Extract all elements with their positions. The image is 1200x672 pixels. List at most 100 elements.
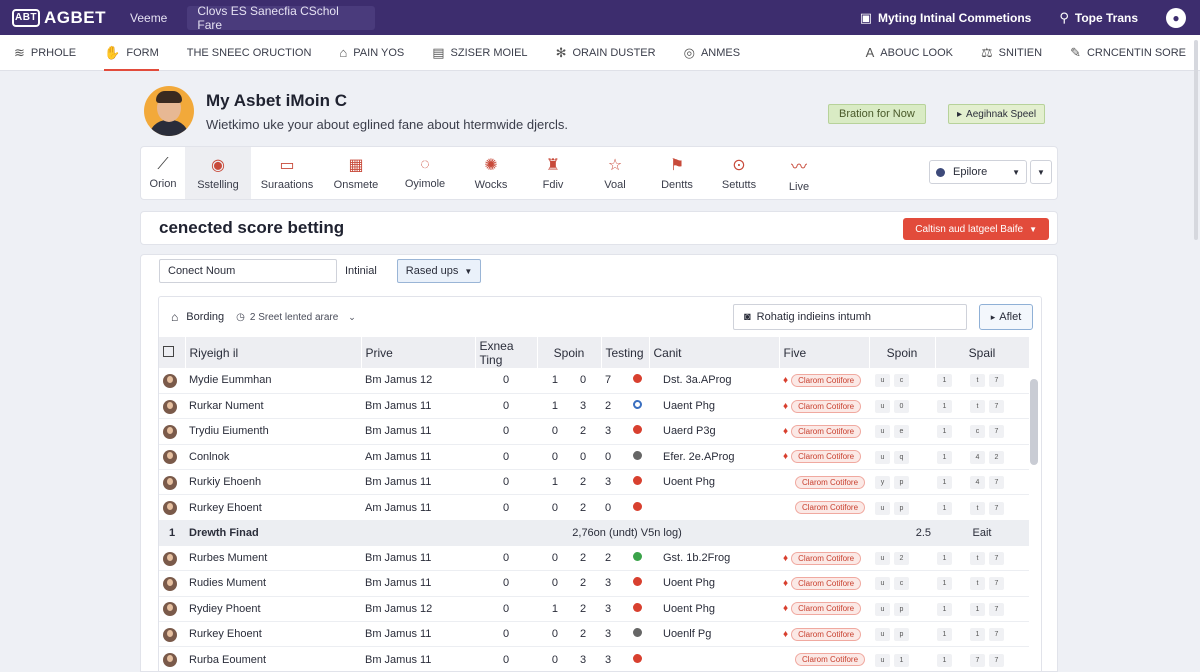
tab-wocks[interactable]: ✺ Wocks xyxy=(461,147,521,199)
mini-button[interactable]: t xyxy=(970,552,985,566)
tab-voal[interactable]: ☆ Voal xyxy=(585,147,645,199)
user-menu[interactable]: ⚲ Tope Trans xyxy=(1059,10,1138,26)
checkbox-icon[interactable] xyxy=(163,345,174,357)
mini-button[interactable]: 1 xyxy=(937,476,952,490)
odds-pill[interactable]: Clarom Cotifore xyxy=(791,576,862,590)
mini-button[interactable]: 7 xyxy=(989,628,1004,642)
mini-button[interactable]: u xyxy=(875,501,890,515)
mini-button[interactable]: t xyxy=(970,374,985,388)
col-header[interactable]: Spail xyxy=(935,337,1030,368)
col-header[interactable]: Five xyxy=(779,337,870,368)
odds-pill[interactable]: Clarom Cotifore xyxy=(791,627,862,641)
section-action-button[interactable]: Caltisn aud latgeel Baife ▼ xyxy=(903,218,1049,240)
mini-button[interactable]: q xyxy=(894,450,909,464)
mini-button[interactable]: 1 xyxy=(937,552,952,566)
player-name[interactable]: Trydiu Eiumenth xyxy=(185,418,361,445)
mini-button[interactable]: 1 xyxy=(970,628,985,642)
player-name[interactable]: Rudies Mument xyxy=(185,570,361,597)
mini-button[interactable]: 7 xyxy=(989,577,1004,591)
tab-fdiv[interactable]: ♜ Fdiv xyxy=(521,147,585,199)
nav-item-crncentin[interactable]: ✎ CRNCENTIN SORE xyxy=(1056,35,1200,71)
player-name[interactable]: Rydiey Phoent xyxy=(185,596,361,623)
mini-button[interactable]: 7 xyxy=(989,602,1004,616)
nav-item-anmes[interactable]: ◎ ANMES xyxy=(670,35,754,71)
mini-button[interactable]: u xyxy=(875,552,890,566)
mini-button[interactable]: 1 xyxy=(937,400,952,414)
mini-button[interactable]: 7 xyxy=(989,653,1004,667)
event-name[interactable] xyxy=(649,494,779,521)
mini-button[interactable]: e xyxy=(894,425,909,439)
tab-onsmete[interactable]: ▦ Onsmete xyxy=(323,147,389,199)
player-name[interactable]: Rurkey Ehoent xyxy=(185,621,361,648)
table-row[interactable]: Rurkey Ehoent Bm Jamus 11 0 0 2 3 Uoenlf Pg ♦ Cl… xyxy=(159,621,1029,648)
tab-live[interactable]: 〰 Live xyxy=(769,147,829,199)
table-search[interactable]: ◙ Rohatig indieins intumh xyxy=(733,304,967,330)
table-row[interactable]: Rudies Mument Bm Jamus 11 0 0 2 3 Uoent Phg ♦ Cl… xyxy=(159,570,1029,597)
aflet-button[interactable]: ▸ Aflet xyxy=(979,304,1033,330)
player-name[interactable]: Rurbes Mument xyxy=(185,545,361,572)
odds-pill[interactable]: Clarom Cotifore xyxy=(791,551,862,565)
mini-button[interactable]: t xyxy=(970,400,985,414)
mini-button[interactable]: p xyxy=(894,501,909,515)
event-name[interactable]: Efer. 2e.AProg xyxy=(649,444,779,471)
explore-caret-button[interactable]: ▼ xyxy=(1030,160,1052,184)
table-row[interactable]: Rydiey Phoent Bm Jamus 12 0 1 2 3 Uoent Phg ♦ Cl… xyxy=(159,596,1029,623)
mini-button[interactable]: 0 xyxy=(894,400,909,414)
table-row[interactable]: Rurbes Mument Bm Jamus 11 0 0 2 2 Gst. 1b.2Fro… xyxy=(159,545,1029,572)
tab-oyimole[interactable]: ◌ Oyimole xyxy=(389,147,461,199)
tab-dentts[interactable]: ⚑ Dentts xyxy=(645,147,709,199)
table-row[interactable]: Rurkey Ehoent Am Jamus 11 0 0 2 0 Clarom Cotif… xyxy=(159,494,1029,521)
table-row[interactable]: Rurkar Nument Bm Jamus 11 0 1 3 2 Uaent Phg ♦ Cl… xyxy=(159,393,1029,420)
mini-button[interactable]: 7 xyxy=(989,425,1004,439)
speel-chip[interactable]: ▸ Aegihnak Speel xyxy=(948,104,1046,124)
mini-button[interactable]: 1 xyxy=(937,374,952,388)
select-all-header[interactable] xyxy=(159,337,186,368)
event-name[interactable]: Uoenlf Pg xyxy=(649,621,779,648)
mini-button[interactable]: u xyxy=(875,628,890,642)
odds-pill[interactable]: Clarom Cotifore xyxy=(795,475,866,489)
player-name[interactable]: Rurkiy Ehoenh xyxy=(185,469,361,496)
nav-item-prhole[interactable]: ≋ PRHOLE xyxy=(0,35,90,71)
odds-pill[interactable]: Clarom Cotifore xyxy=(791,424,862,438)
mini-button[interactable]: 4 xyxy=(970,450,985,464)
group-row[interactable]: 1 Drewth Finad 2,76on (undt) V5n log) 2.5 Ea… xyxy=(159,520,1029,546)
col-header[interactable]: Exnea Ting xyxy=(475,337,538,368)
odds-pill[interactable]: Clarom Cotifore xyxy=(791,399,862,413)
nav-item-form[interactable]: ✋ FORM xyxy=(90,35,173,71)
mini-button[interactable]: 1 xyxy=(937,653,952,667)
mini-button[interactable]: 1 xyxy=(937,501,952,515)
profile-avatar[interactable] xyxy=(144,86,194,136)
mini-button[interactable]: 1 xyxy=(970,602,985,616)
mini-button[interactable]: p xyxy=(894,476,909,490)
mini-button[interactable]: t xyxy=(970,577,985,591)
mini-button[interactable]: c xyxy=(970,425,985,439)
top-link[interactable]: Veeme xyxy=(130,11,167,25)
player-name[interactable]: Rurba Eoument xyxy=(185,646,361,671)
mini-button[interactable]: 7 xyxy=(989,501,1004,515)
filter-select[interactable]: Rased ups ▼ xyxy=(396,259,482,283)
home-icon[interactable]: ⌂ xyxy=(171,310,178,324)
nav-item-orain[interactable]: ✻ ORAIN DUSTER xyxy=(542,35,670,71)
event-name[interactable] xyxy=(649,646,779,671)
mini-button[interactable]: 1 xyxy=(937,425,952,439)
mini-button[interactable]: 1 xyxy=(937,450,952,464)
event-name[interactable]: Uoent Phg xyxy=(649,596,779,623)
mini-button[interactable]: t xyxy=(970,501,985,515)
bration-chip[interactable]: Bration for Now xyxy=(828,104,926,124)
col-header[interactable]: Riyeigh il xyxy=(185,337,362,368)
event-name[interactable]: Uaerd P3g xyxy=(649,418,779,445)
mini-button[interactable]: c xyxy=(894,577,909,591)
connections-link[interactable]: ▣ Myting Intinal Commetions xyxy=(860,10,1032,26)
table-row[interactable]: Rurkiy Ehoenh Bm Jamus 11 0 1 2 3 Uoent Phg Cla… xyxy=(159,469,1029,496)
table-row[interactable]: Trydiu Eiumenth Bm Jamus 11 0 0 2 3 Uaerd P3g ♦… xyxy=(159,418,1029,445)
odds-pill[interactable]: Clarom Cotifore xyxy=(795,653,866,667)
col-header[interactable]: Testing xyxy=(601,337,650,368)
event-name[interactable]: Uoent Phg xyxy=(649,469,779,496)
nav-item-pain[interactable]: ⌂ PAIN YOS xyxy=(325,35,418,71)
nav-item-about[interactable]: A ABOUC LOOK xyxy=(852,35,967,71)
odds-pill[interactable]: Clarom Cotifore xyxy=(791,602,862,616)
brand-logo[interactable]: ABT AGBET xyxy=(12,8,106,28)
mini-button[interactable]: 2 xyxy=(989,450,1004,464)
mini-button[interactable]: 7 xyxy=(989,400,1004,414)
mini-button[interactable]: y xyxy=(875,476,890,490)
